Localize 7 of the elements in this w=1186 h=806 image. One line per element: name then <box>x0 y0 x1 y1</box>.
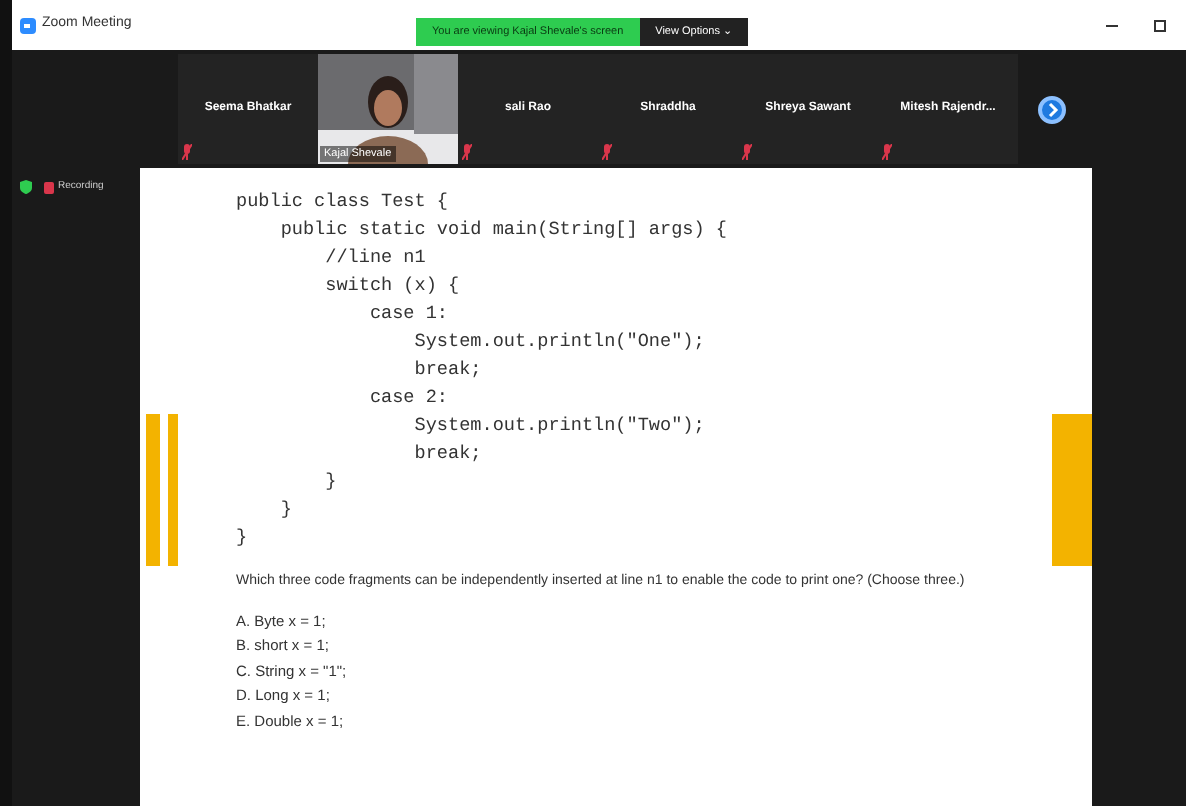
code-snippet: public class Test { public static void main(String[] args) { //line n1 switch (x) { case 1: System.out.println("One"); break; case 2: System.out.println("Two"); break; } } } <box>236 188 727 552</box>
minimize-button[interactable] <box>1106 19 1118 31</box>
next-page-button[interactable] <box>1038 95 1066 123</box>
zoom-icon <box>20 17 36 33</box>
recording-icon <box>44 181 54 194</box>
shield-icon <box>20 180 32 194</box>
maximize-button[interactable] <box>1154 19 1166 31</box>
